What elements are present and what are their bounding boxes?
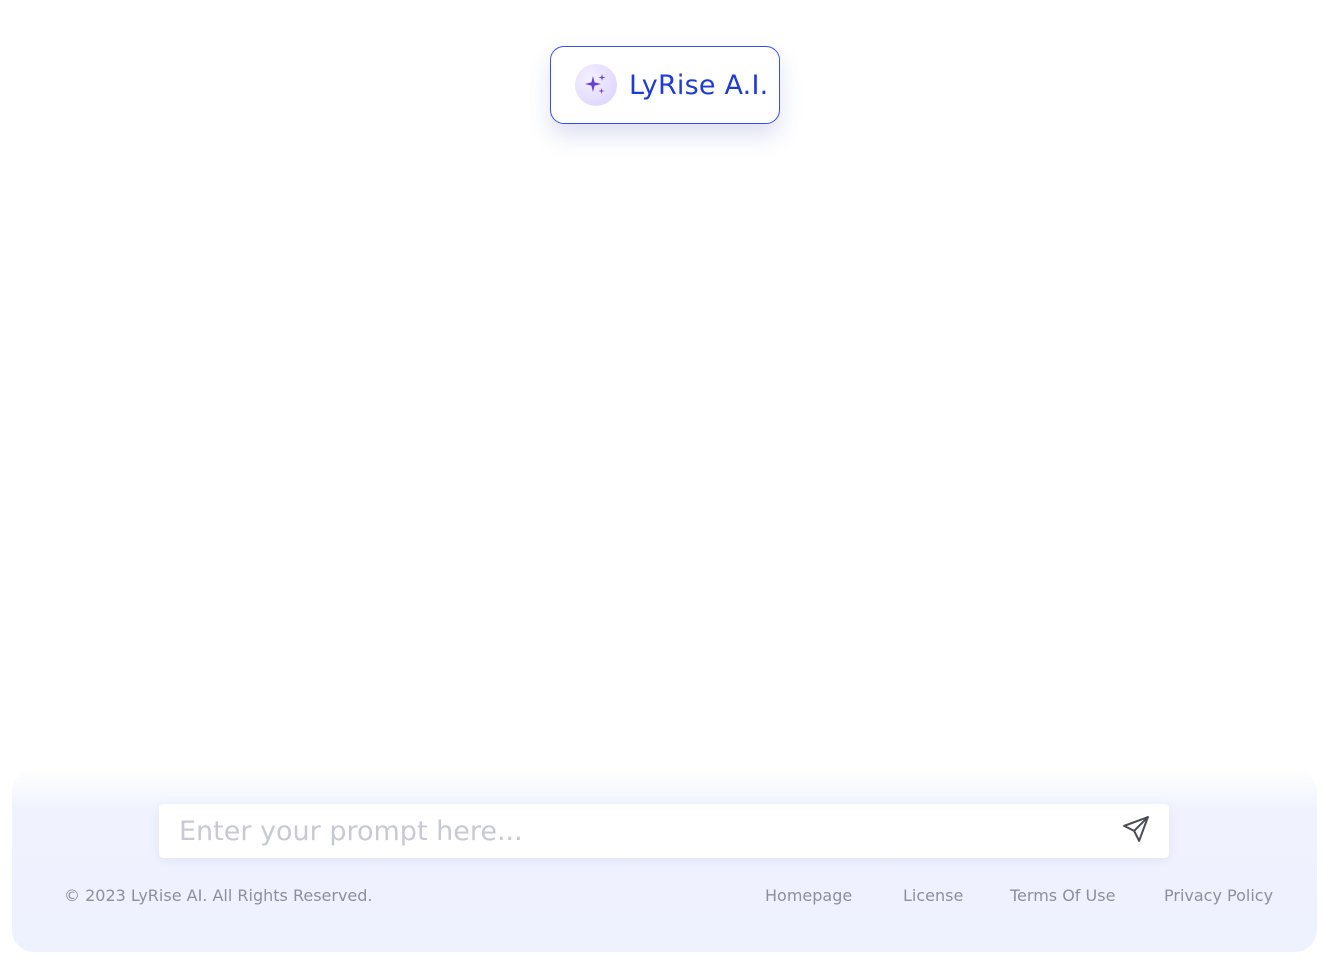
sparkles-icon xyxy=(575,64,617,106)
footer-link-homepage[interactable]: Homepage xyxy=(765,886,852,905)
prompt-composer xyxy=(159,804,1169,858)
footer-link-privacy-policy[interactable]: Privacy Policy xyxy=(1164,886,1273,905)
send-icon xyxy=(1121,814,1151,848)
copyright-text: © 2023 LyRise AI. All Rights Reserved. xyxy=(64,886,373,905)
footer-panel xyxy=(12,770,1317,952)
footer-link-terms-of-use[interactable]: Terms Of Use xyxy=(1010,886,1115,905)
chat-page: LyRise A.I. © 2023 LyRise AI. All Rights… xyxy=(0,0,1327,965)
send-button[interactable] xyxy=(1109,804,1163,858)
brand-badge[interactable]: LyRise A.I. xyxy=(550,46,780,124)
footer-link-license[interactable]: License xyxy=(903,886,963,905)
prompt-input[interactable] xyxy=(159,804,1109,858)
brand-name: LyRise A.I. xyxy=(629,69,769,101)
